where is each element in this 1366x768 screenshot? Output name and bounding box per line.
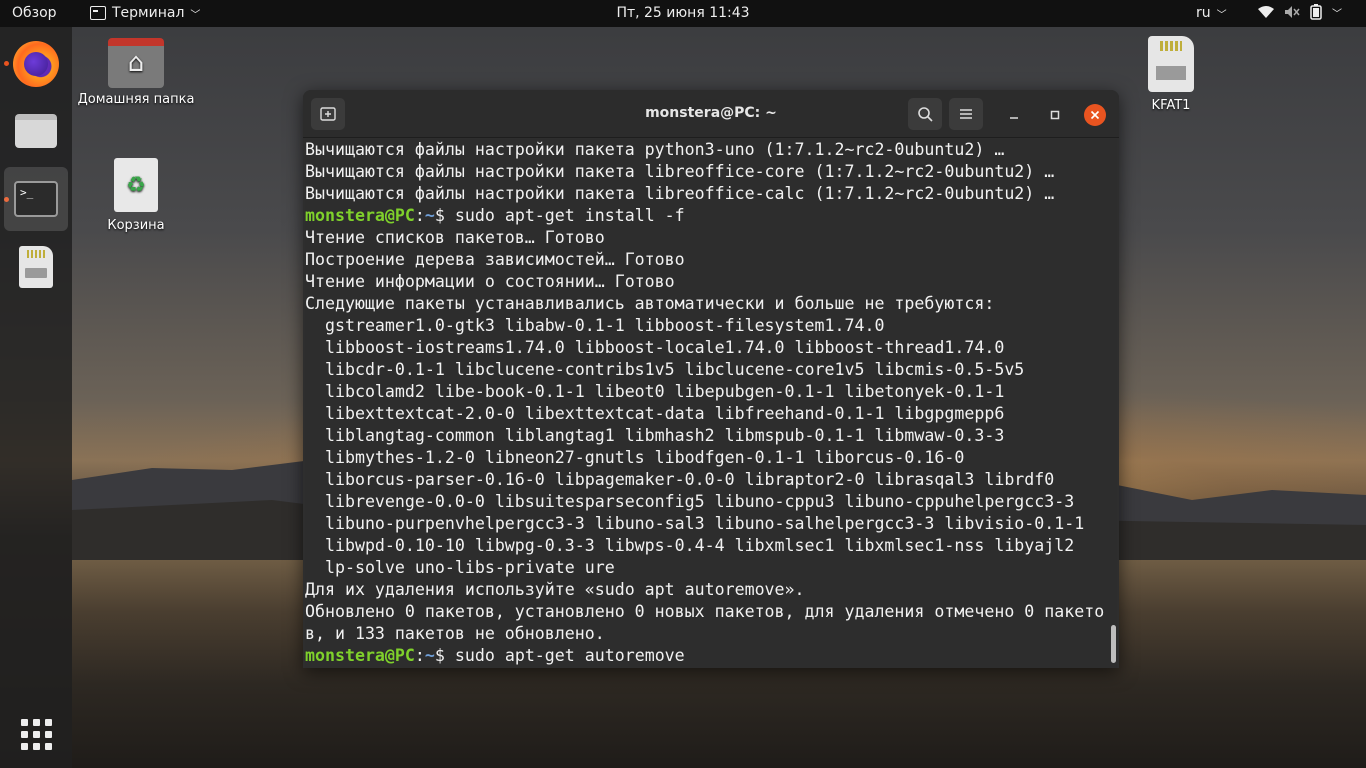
wifi-icon — [1258, 6, 1274, 18]
terminal-line: libmythes-1.2-0 libneon27-gnutls libodfg… — [305, 448, 965, 467]
terminal-line: liborcus-parser-0.16-0 libpagemaker-0.0-… — [305, 470, 1055, 489]
terminal-line: librevenge-0.0-0 libsuitesparseconfig5 l… — [305, 492, 1075, 511]
terminal-line: Вычищаются файлы настройки пакета python… — [305, 140, 1005, 159]
minimize-button[interactable] — [1003, 104, 1025, 126]
prompt-command: $ sudo apt-get autoremove — [434, 646, 685, 665]
terminal-window: monstera@PC: ~ Вычищаются файлы настройк… — [303, 90, 1119, 668]
system-tray[interactable]: ﹀ — [1258, 4, 1342, 20]
terminal-line: Чтение списков пакетов… Готово — [305, 228, 605, 247]
search-button[interactable] — [908, 98, 942, 130]
window-title: monstera@PC: ~ — [645, 105, 777, 121]
maximize-icon — [1050, 110, 1060, 120]
prompt-separator: : — [414, 206, 425, 225]
home-folder-icon — [108, 38, 164, 88]
terminal-line: liblangtag-common liblangtag1 libmhash2 … — [305, 426, 1005, 445]
terminal-line: libuno-purpenvhelpergcc3-3 libuno-sal3 l… — [305, 514, 1085, 533]
terminal-line: Для их удаления используйте «sudo apt au… — [305, 580, 805, 599]
terminal-line: libboost-iostreams1.74.0 libboost-locale… — [305, 338, 1005, 357]
terminal-line: Обновлено 0 пакетов, установлено 0 новых… — [305, 602, 1105, 621]
close-button[interactable] — [1084, 104, 1106, 126]
drive-label: KFAT1 — [1151, 98, 1191, 113]
firefox-icon — [13, 41, 59, 87]
close-icon — [1090, 110, 1100, 120]
terminal-line: Вычищаются файлы настройки пакета libreo… — [305, 162, 1055, 181]
top-bar: Обзор Терминал ﹀ Пт, 25 июня 11:43 ru ﹀ … — [0, 0, 1366, 27]
search-icon — [918, 107, 933, 122]
dock-files[interactable] — [4, 99, 68, 163]
language-indicator[interactable]: ru ﹀ — [1196, 5, 1227, 21]
prompt-separator: : — [414, 646, 425, 665]
terminal-line: libcdr-0.1-1 libclucene-contribs1v5 libc… — [305, 360, 1025, 379]
app-grid-icon — [20, 718, 52, 750]
terminal-line: в, и 133 пакетов не обновлено. — [305, 624, 605, 643]
terminal-line: libexttextcat-2.0-0 libexttextcat-data l… — [305, 404, 1005, 423]
volume-muted-icon — [1285, 6, 1300, 18]
files-icon — [15, 114, 57, 148]
dock-terminal[interactable]: >_ — [4, 167, 68, 231]
language-label: ru — [1196, 5, 1211, 21]
prompt-user: monstera@PC — [305, 206, 415, 225]
trash-icon: ♻ — [114, 158, 158, 212]
terminal-line: Построение дерева зависимостей… Готово — [305, 250, 685, 269]
terminal-line: lp-solve uno-libs-private ure — [305, 558, 615, 577]
drive-icon — [1148, 36, 1194, 92]
prompt-command: $ sudo apt-get install -f — [434, 206, 685, 225]
terminal-prompt-line: monstera@PC:~$ sudo apt-get install -f — [305, 205, 1117, 227]
sd-card-icon — [19, 246, 53, 288]
battery-icon — [1310, 4, 1322, 20]
terminal-line: Следующие пакеты устанавливались автомат… — [305, 294, 995, 313]
prompt-path: ~ — [424, 206, 435, 225]
show-applications-button[interactable] — [4, 702, 68, 766]
dock-firefox[interactable] — [4, 32, 68, 96]
menu-button[interactable] — [949, 98, 983, 130]
desktop-home-folder[interactable]: Домашняя папка — [76, 38, 196, 107]
chevron-down-icon: ﹀ — [1216, 9, 1227, 21]
terminal-line: libwpd-0.10-10 libwpg-0.3-3 libwps-0.4-4… — [305, 536, 1075, 555]
trash-label: Корзина — [107, 218, 165, 233]
minimize-icon — [1010, 117, 1018, 119]
scrollbar-thumb[interactable] — [1111, 625, 1116, 663]
terminal-icon: >_ — [14, 181, 58, 217]
dock: >_ — [0, 27, 72, 768]
terminal-line: libcolamd2 libe-book-0.1-1 libeot0 libep… — [305, 382, 1005, 401]
clock[interactable]: Пт, 25 июня 11:43 — [0, 5, 1366, 21]
terminal-line: Вычищаются файлы настройки пакета libreo… — [305, 184, 1055, 203]
terminal-line: Чтение информации о состоянии… Готово — [305, 272, 675, 291]
home-folder-label: Домашняя папка — [77, 92, 195, 107]
prompt-path: ~ — [424, 646, 435, 665]
dock-drive[interactable] — [4, 235, 68, 299]
prompt-user: monstera@PC — [305, 646, 415, 665]
terminal-line: gstreamer1.0-gtk3 libabw-0.1-1 libboost-… — [305, 316, 885, 335]
terminal-output[interactable]: Вычищаются файлы настройки пакета python… — [305, 139, 1117, 668]
hamburger-menu-icon — [960, 109, 972, 119]
desktop-trash[interactable]: ♻ Корзина — [76, 158, 196, 233]
chevron-down-icon: ﹀ — [1332, 8, 1342, 20]
terminal-prompt-line: monstera@PC:~$ sudo apt-get autoremove — [305, 645, 1117, 667]
window-titlebar[interactable]: monstera@PC: ~ — [303, 90, 1119, 138]
maximize-button[interactable] — [1044, 104, 1066, 126]
desktop-drive[interactable]: KFAT1 — [1111, 36, 1231, 113]
